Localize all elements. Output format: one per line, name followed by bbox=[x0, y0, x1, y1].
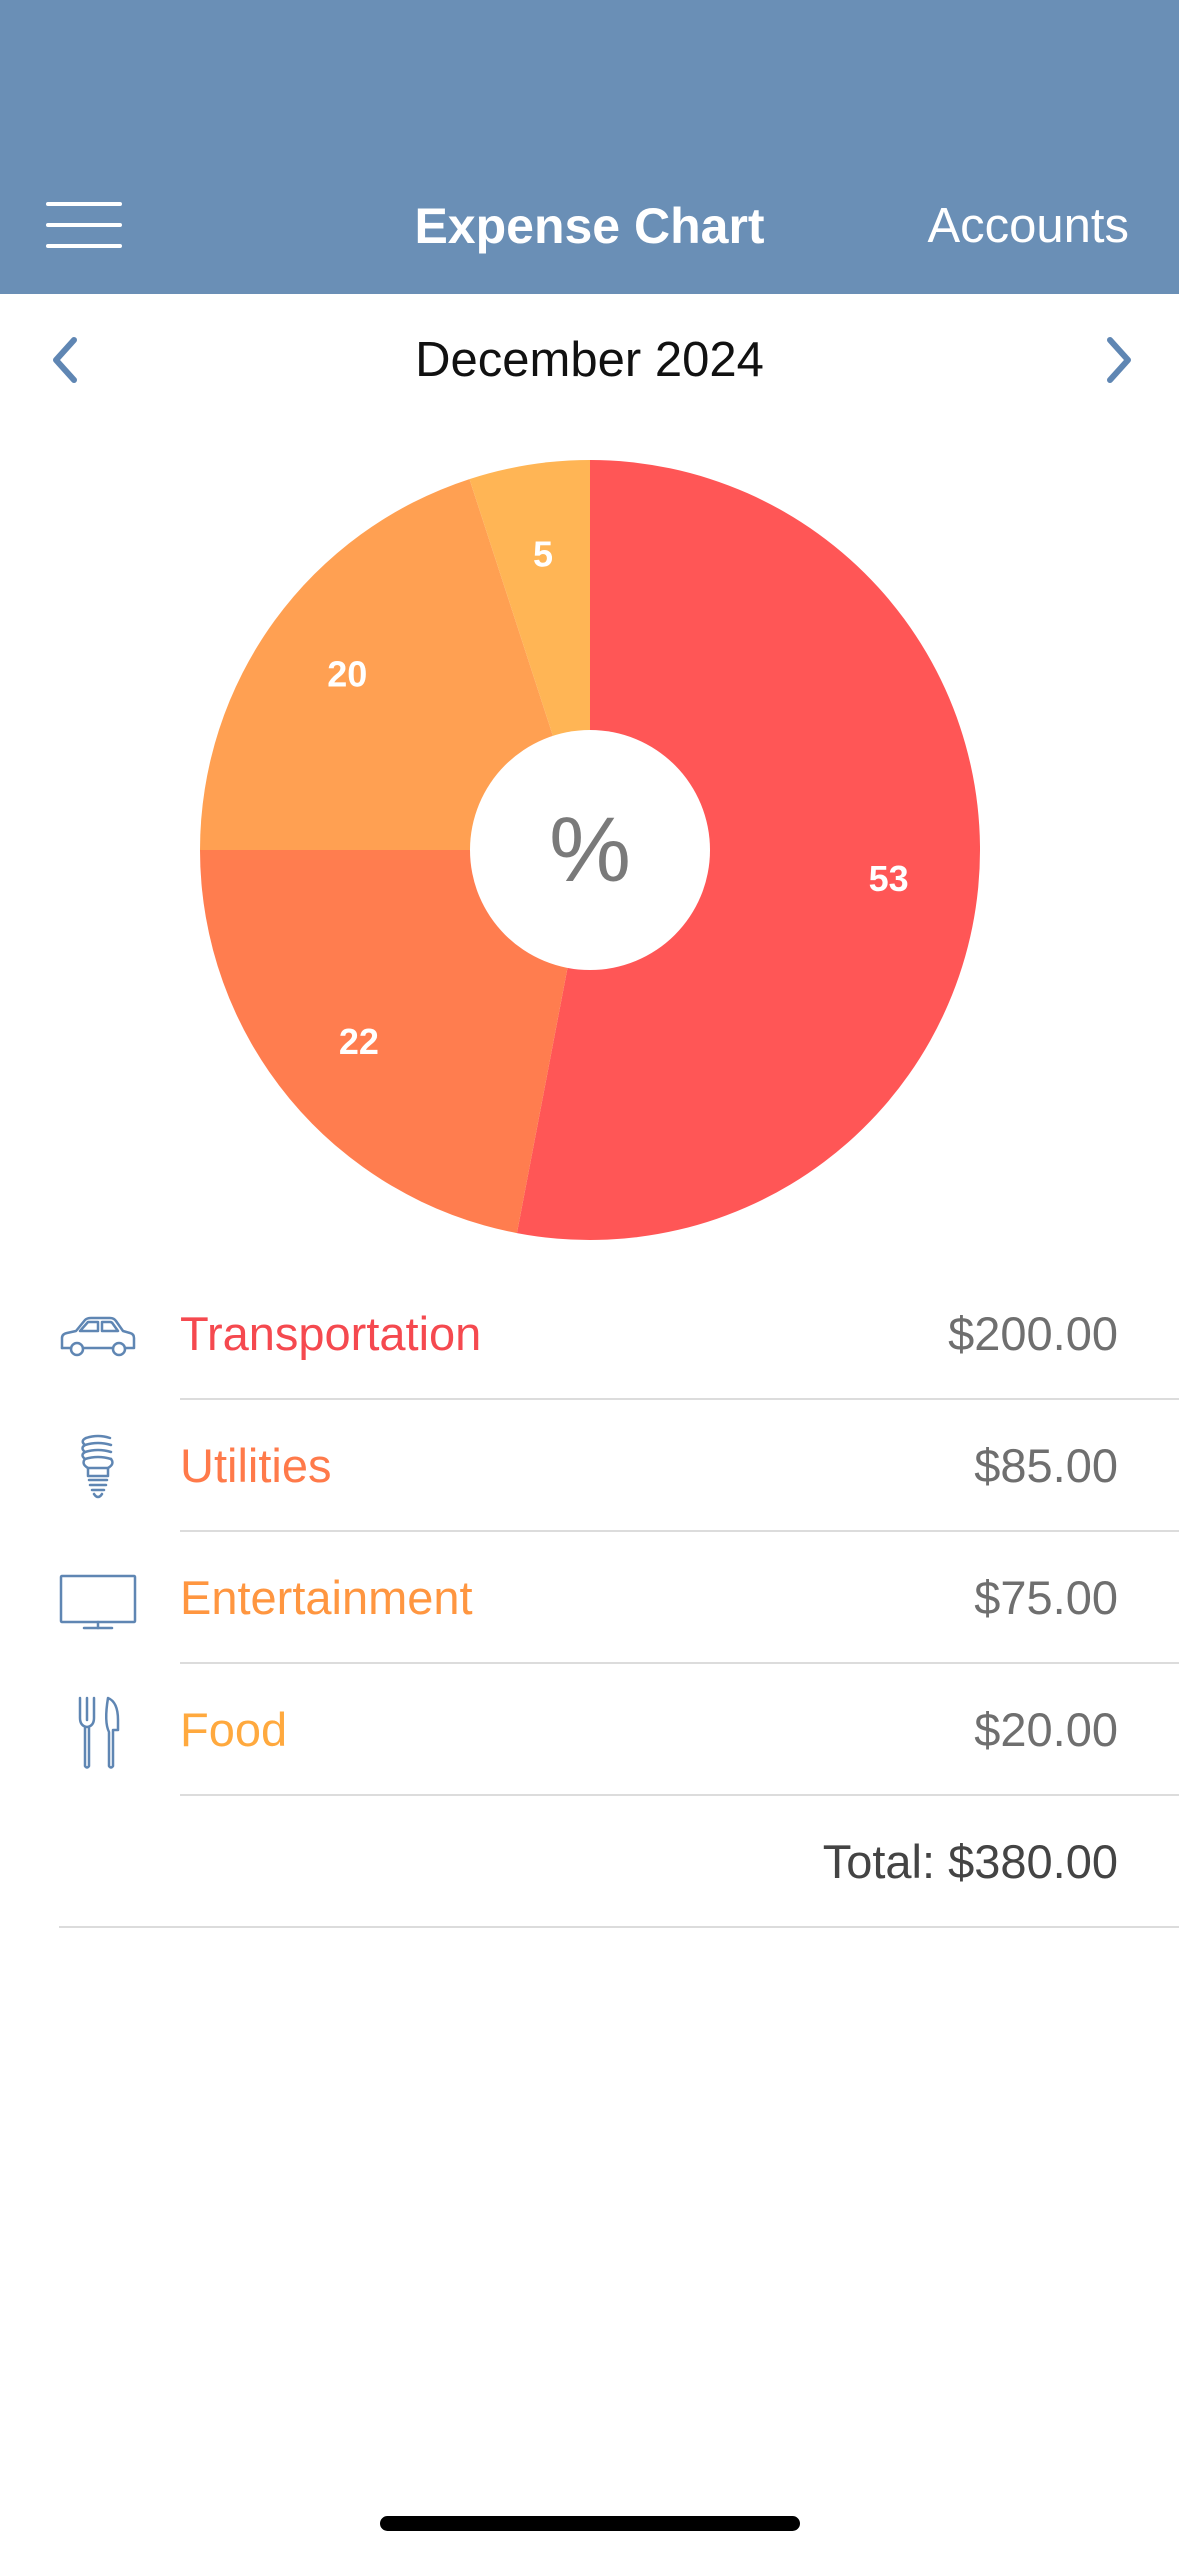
chevron-right-icon bbox=[1107, 337, 1131, 383]
category-amount: $75.00 bbox=[974, 1571, 1118, 1624]
category-name: Entertainment bbox=[180, 1571, 473, 1624]
category-row[interactable]: Food $20.00 bbox=[0, 1664, 1179, 1796]
total-row: Total: $380.00 bbox=[0, 1796, 1179, 1928]
accounts-button[interactable]: Accounts bbox=[927, 196, 1129, 256]
category-amount: $85.00 bbox=[974, 1439, 1118, 1492]
category-amount: $20.00 bbox=[974, 1703, 1118, 1756]
pie-slice-label: 22 bbox=[339, 1021, 379, 1062]
category-row[interactable]: Transportation $200.00 bbox=[0, 1268, 1179, 1400]
fork-knife-icon bbox=[58, 1692, 138, 1772]
expense-pie-chart: 53 22 20 5 % bbox=[180, 440, 1000, 1260]
month-selector: December 2024 bbox=[0, 300, 1179, 420]
total-divider bbox=[59, 1926, 1179, 1928]
category-list: Transportation $200.00 Utilities $85.00 bbox=[0, 1268, 1179, 1928]
category-amount: $200.00 bbox=[948, 1307, 1118, 1360]
category-name: Transportation bbox=[180, 1307, 482, 1360]
pie-slice-label: 5 bbox=[533, 534, 553, 575]
car-icon bbox=[58, 1296, 138, 1376]
lightbulb-icon bbox=[58, 1428, 138, 1508]
category-row[interactable]: Utilities $85.00 bbox=[0, 1400, 1179, 1532]
category-row[interactable]: Entertainment $75.00 bbox=[0, 1532, 1179, 1664]
pie-slice-label: 20 bbox=[327, 654, 367, 695]
month-label: December 2024 bbox=[415, 333, 764, 387]
center-percent-label: % bbox=[549, 799, 631, 901]
category-name: Food bbox=[180, 1703, 288, 1756]
nav-bar: Expense Chart Accounts bbox=[0, 0, 1179, 294]
total-label: Total: $380.00 bbox=[822, 1835, 1118, 1888]
tv-icon bbox=[58, 1560, 138, 1640]
next-month-button[interactable] bbox=[1088, 330, 1148, 390]
category-name: Utilities bbox=[180, 1439, 332, 1492]
home-indicator bbox=[380, 2516, 800, 2531]
